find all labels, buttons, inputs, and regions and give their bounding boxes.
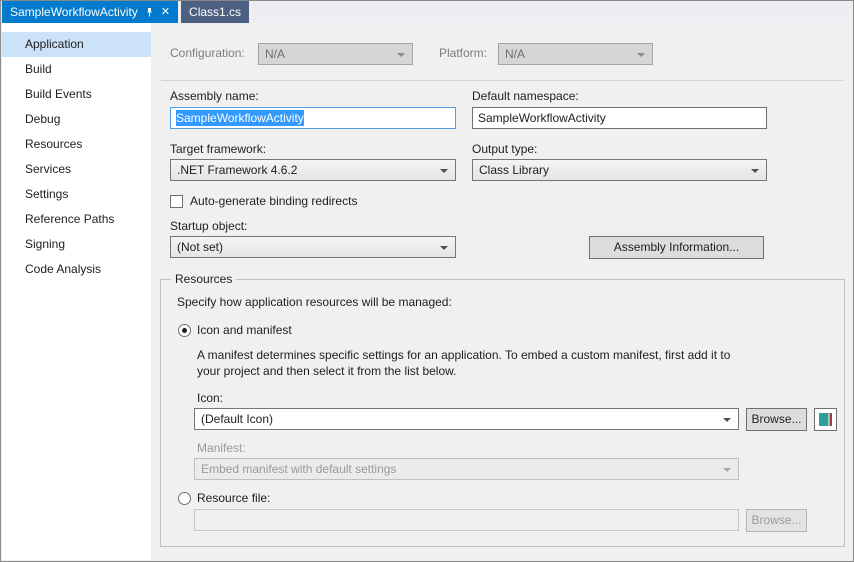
resource-file-radio[interactable]: [178, 492, 191, 505]
sidebar-item-reference-paths[interactable]: Reference Paths: [2, 207, 151, 232]
sidebar-item-build[interactable]: Build: [2, 57, 151, 82]
startup-object-label: Startup object:: [170, 219, 247, 233]
platform-label: Platform:: [439, 46, 487, 60]
tab-sampleworkflowactivity[interactable]: SampleWorkflowActivity ✕: [2, 1, 178, 23]
icon-and-manifest-label: Icon and manifest: [197, 323, 292, 337]
startup-object-dropdown[interactable]: (Not set): [170, 236, 456, 258]
sidebar-item-services[interactable]: Services: [2, 157, 151, 182]
sidebar-item-debug[interactable]: Debug: [2, 107, 151, 132]
sidebar-item-settings[interactable]: Settings: [2, 182, 151, 207]
tab-label: SampleWorkflowActivity: [10, 1, 138, 23]
configuration-label: Configuration:: [170, 46, 245, 60]
output-type-label: Output type:: [472, 142, 537, 156]
manifest-label: Manifest:: [197, 441, 246, 455]
properties-sidebar: Application Build Build Events Debug Res…: [2, 23, 151, 560]
sidebar-item-build-events[interactable]: Build Events: [2, 82, 151, 107]
target-framework-dropdown[interactable]: .NET Framework 4.6.2: [170, 159, 456, 181]
icon-dropdown[interactable]: (Default Icon): [194, 408, 739, 430]
assembly-name-input[interactable]: SampleWorkflowActivity: [170, 107, 456, 129]
pin-icon[interactable]: [144, 7, 155, 18]
manifest-help-line2: your project and then select it from the…: [197, 364, 456, 378]
sidebar-item-resources[interactable]: Resources: [2, 132, 151, 157]
project-properties-window: SampleWorkflowActivity ✕ Class1.cs Appli…: [0, 0, 854, 562]
resources-group-title: Resources: [171, 272, 236, 286]
auto-generate-binding-redirects-checkbox[interactable]: [170, 195, 183, 208]
default-namespace-input[interactable]: SampleWorkflowActivity: [472, 107, 767, 129]
sidebar-item-application[interactable]: Application: [2, 32, 151, 57]
resource-file-browse-button: Browse...: [746, 509, 807, 532]
manifest-help-line1: A manifest determines specific settings …: [197, 348, 730, 362]
tab-label: Class1.cs: [189, 1, 241, 23]
close-icon[interactable]: ✕: [161, 7, 170, 18]
icon-preview: [814, 408, 837, 431]
tab-class1-cs[interactable]: Class1.cs: [181, 1, 249, 23]
icon-label: Icon:: [197, 391, 223, 405]
document-tab-bar: SampleWorkflowActivity ✕ Class1.cs: [2, 1, 852, 23]
section-divider: [161, 80, 843, 81]
resource-file-input: [194, 509, 739, 531]
default-icon-image: [819, 413, 832, 426]
platform-dropdown: N/A: [498, 43, 653, 65]
resource-file-label: Resource file:: [197, 491, 270, 505]
resources-description: Specify how application resources will b…: [177, 295, 452, 309]
default-namespace-label: Default namespace:: [472, 89, 579, 103]
assembly-name-label: Assembly name:: [170, 89, 259, 103]
assembly-information-button[interactable]: Assembly Information...: [589, 236, 764, 259]
application-properties-page: Configuration: N/A Platform: N/A Assembl…: [151, 23, 852, 560]
sidebar-item-code-analysis[interactable]: Code Analysis: [2, 257, 151, 282]
auto-generate-binding-redirects-label: Auto-generate binding redirects: [190, 194, 357, 208]
manifest-dropdown: Embed manifest with default settings: [194, 458, 739, 480]
icon-and-manifest-radio[interactable]: [178, 324, 191, 337]
sidebar-item-signing[interactable]: Signing: [2, 232, 151, 257]
output-type-dropdown[interactable]: Class Library: [472, 159, 767, 181]
icon-browse-button[interactable]: Browse...: [746, 408, 807, 431]
resources-groupbox: Resources Specify how application resour…: [160, 279, 845, 547]
configuration-dropdown: N/A: [258, 43, 413, 65]
target-framework-label: Target framework:: [170, 142, 266, 156]
selected-text: SampleWorkflowActivity: [176, 110, 304, 126]
